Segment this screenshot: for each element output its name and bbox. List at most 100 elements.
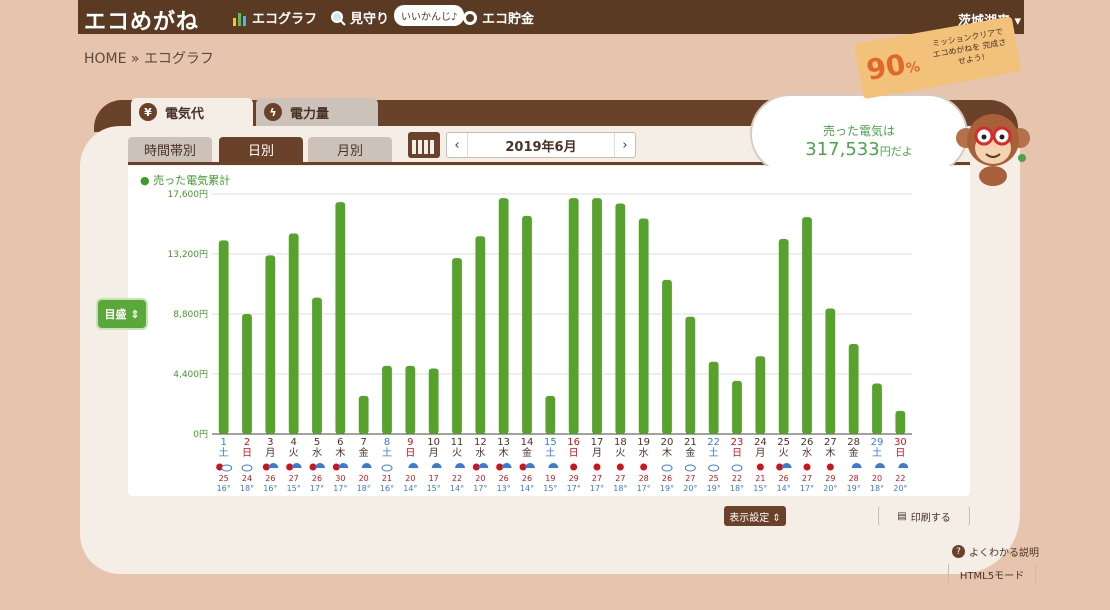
print-button-label: 印刷する: [910, 512, 951, 524]
weekday-label: 月: [429, 447, 439, 459]
sun-icon: [803, 463, 811, 471]
weekday-label: 木: [335, 447, 345, 459]
low-temp: 16°: [217, 484, 231, 493]
bar: [428, 368, 439, 434]
high-temp: 26: [779, 474, 789, 483]
day-label: 6: [337, 437, 343, 448]
bar: [662, 279, 672, 434]
daily-bar-chart: 0円4,400円8,800円13,200円17,600円1土2516°2日241…: [168, 189, 912, 493]
weekday-label: 金: [849, 446, 859, 459]
sun-icon: [756, 463, 764, 471]
umbrella-icon: [548, 463, 559, 468]
low-temp: 20°: [683, 484, 697, 493]
day-label: 28: [847, 437, 860, 448]
sun-icon: [593, 463, 601, 471]
cloud-icon: [241, 464, 253, 472]
prev-month-button[interactable]: ‹: [447, 138, 467, 153]
umbrella-icon: [291, 463, 302, 468]
subtab-by-time[interactable]: 時間帯別: [128, 137, 212, 162]
umbrella-icon: [268, 463, 279, 468]
high-temp: 20: [359, 474, 369, 483]
day-label: 14: [521, 437, 534, 448]
bar: [522, 215, 532, 434]
tab-power-amount[interactable]: ϟ 電力量: [256, 98, 378, 126]
print-button[interactable]: ▤ 印刷する: [878, 506, 970, 526]
high-temp: 19: [545, 474, 555, 483]
weekday-label: 日: [242, 448, 252, 459]
umbrella-icon: [315, 463, 325, 468]
day-label: 27: [824, 437, 837, 448]
scale-button[interactable]: 目盛 ⇕: [98, 300, 146, 328]
weekday-label: 金: [522, 446, 532, 459]
subtab-by-month[interactable]: 月別: [308, 137, 392, 162]
day-label: 15: [544, 437, 557, 448]
bar: [685, 316, 696, 434]
cloud-icon: [661, 464, 673, 472]
weekday-label: 日: [895, 448, 905, 459]
high-temp: 22: [452, 474, 462, 483]
y-tick-label: 13,200円: [168, 249, 209, 260]
tab-electricity-cost-label: 電気代: [165, 106, 205, 122]
help-link[interactable]: ? よくわかる説明: [952, 544, 1039, 559]
bar: [592, 198, 602, 434]
day-label: 3: [267, 437, 273, 448]
tab-electricity-cost[interactable]: ¥ 電気代: [131, 98, 253, 126]
cloud-icon: [684, 464, 696, 472]
logo[interactable]: エコめがね: [84, 4, 199, 36]
low-temp: 18°: [240, 484, 254, 493]
high-temp: 26: [522, 474, 532, 483]
nav-eco-savings[interactable]: エコ貯金: [462, 8, 534, 27]
print-icon: ▤: [897, 510, 907, 522]
weekday-label: 木: [499, 447, 509, 459]
summary-bubble: 売った電気は 317,533円だよ: [752, 96, 966, 172]
low-temp: 14°: [403, 484, 417, 493]
header-background: [78, 0, 1024, 34]
day-label: 12: [474, 437, 487, 448]
low-temp: 17°: [590, 484, 604, 493]
bar: [358, 395, 369, 434]
subtab-by-day[interactable]: 日別: [219, 137, 303, 162]
low-temp: 17°: [310, 484, 324, 493]
next-month-button[interactable]: ›: [615, 138, 635, 153]
weekday-label: 月: [755, 447, 765, 459]
bar: [802, 217, 812, 434]
sun-icon: [616, 463, 624, 471]
high-temp: 17: [429, 474, 439, 483]
help-link-label: よくわかる説明: [969, 548, 1039, 559]
low-temp: 14°: [450, 484, 464, 493]
nav-mimamori-label: 見守り: [350, 12, 390, 27]
high-temp: 28: [639, 474, 649, 483]
umbrella-icon: [851, 463, 862, 468]
day-label: 4: [290, 437, 296, 448]
umbrella-icon: [431, 463, 442, 468]
low-temp: 16°: [380, 484, 394, 493]
weekday-label: 土: [872, 446, 882, 459]
weekday-label: 木: [825, 447, 835, 459]
nav-mimamori[interactable]: 見守り: [330, 8, 389, 27]
low-temp: 14°: [520, 484, 534, 493]
high-temp: 26: [662, 474, 672, 483]
bar: [545, 395, 556, 434]
current-month-label: 2019年6月: [467, 133, 615, 157]
day-label: 25: [777, 437, 790, 448]
low-temp: 16°: [263, 484, 277, 493]
bar: [778, 239, 789, 434]
umbrella-icon: [408, 463, 419, 468]
html5-mode-link[interactable]: HTML5モード: [948, 564, 1036, 584]
y-tick-label: 17,600円: [168, 189, 209, 200]
nav-eco-graph[interactable]: エコグラフ: [232, 8, 317, 27]
weekday-label: 金: [685, 446, 695, 459]
low-temp: 19°: [660, 484, 674, 493]
high-temp: 26: [265, 474, 275, 483]
calendar-icon[interactable]: [408, 132, 440, 158]
low-temp: 18°: [870, 484, 884, 493]
mimamori-status-bubble: いいかんじ♪: [394, 5, 465, 26]
low-temp: 17°: [567, 484, 581, 493]
y-tick-label: 4,400円: [173, 369, 208, 380]
day-label: 9: [407, 437, 413, 448]
summary-line1: 売った電気は: [822, 124, 895, 138]
bar: [498, 198, 509, 434]
low-temp: 15°: [543, 484, 557, 493]
high-temp: 22: [895, 474, 905, 483]
display-settings-button[interactable]: 表示設定 ⇕: [724, 506, 786, 526]
